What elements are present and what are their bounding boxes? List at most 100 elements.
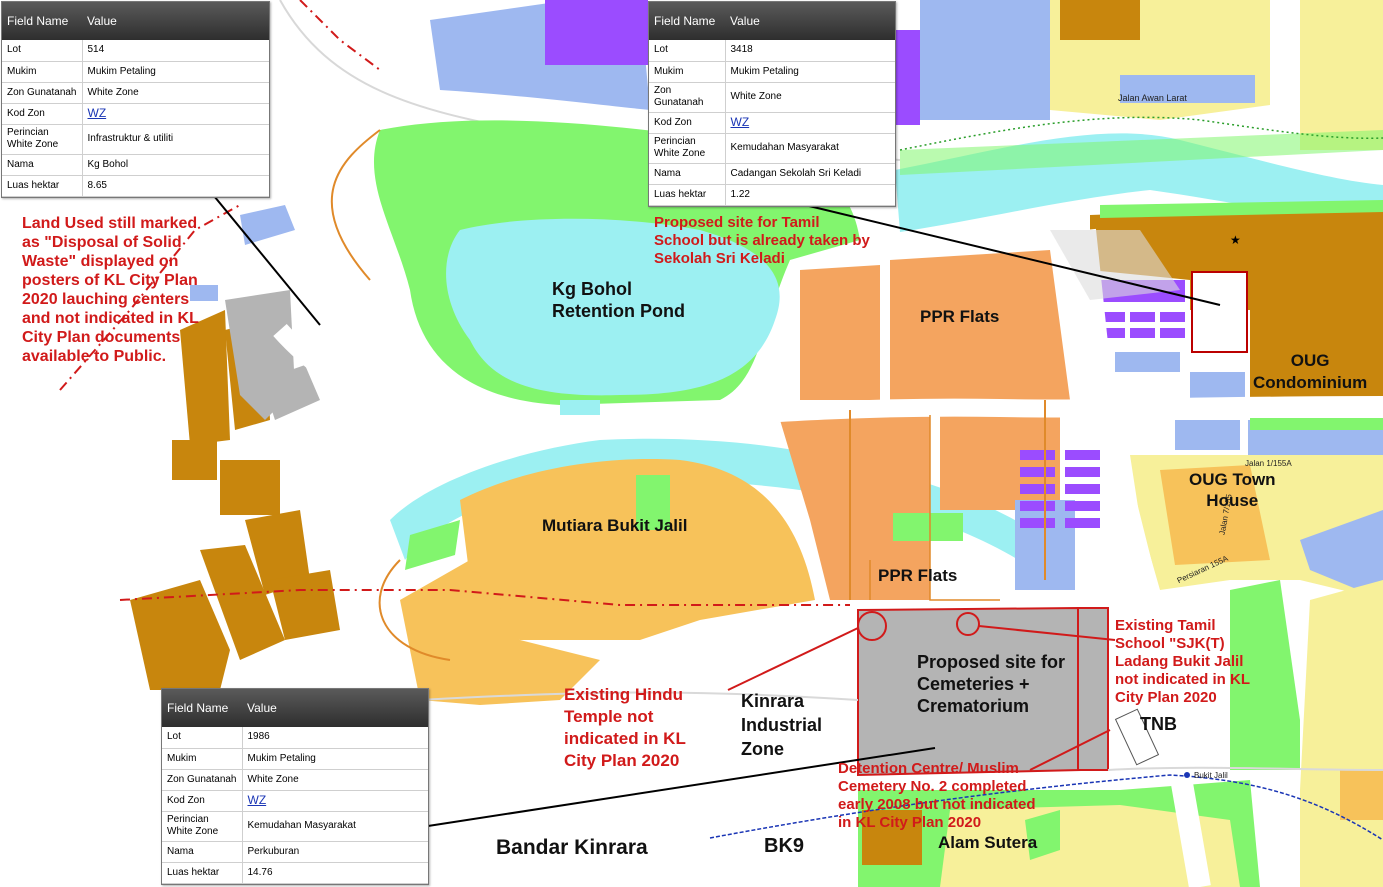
label-kg-bohol-pond: Kg Bohol Retention Pond — [552, 279, 685, 321]
green-strip-right — [1250, 418, 1383, 430]
header-field-name: Field Name — [2, 2, 82, 40]
block-purple-top — [545, 0, 648, 65]
label-bk9: BK9 — [764, 835, 805, 857]
label-mutiara-bukit-jalil: Mutiara Bukit Jalil — [542, 516, 688, 535]
info-panel-lot-1986: Field Name Value Lot 1986 Mukim Mukim Peta… — [161, 688, 429, 885]
field-value: Kemudahan Masyarakat — [725, 133, 895, 164]
header-field-name: Field Name — [162, 689, 242, 727]
table-row: Luas hektar 8.65 — [2, 175, 269, 197]
field-label: Mukim — [649, 61, 726, 83]
table-row: Mukim Mukim Petaling — [162, 748, 428, 770]
field-value: White Zone — [242, 769, 428, 791]
brown-right-bottom — [1340, 770, 1383, 820]
zone-code-link[interactable]: WZ — [88, 106, 107, 120]
header-row: Field Name Value — [162, 689, 428, 727]
header-value: Value — [82, 2, 269, 40]
field-value: 1986 — [242, 727, 428, 749]
table-row: Kod Zon WZ — [649, 112, 895, 134]
header-value: Value — [725, 2, 895, 40]
field-value: White Zone — [725, 82, 895, 113]
field-label: Luas hektar — [649, 184, 726, 206]
table-row: Nama Cadangan Sekolah Sri Keladi — [649, 163, 895, 185]
header-row: Field Name Value — [2, 2, 269, 40]
field-value: 8.65 — [82, 175, 269, 197]
info-panel-lot-514: Field Name Value Lot 514 Mukim Mukim Petal… — [1, 1, 270, 198]
field-label: Nama — [2, 154, 83, 176]
table-row: Nama Perkuburan — [162, 841, 428, 863]
table-row: Lot 1986 — [162, 727, 428, 749]
table-row: Kod Zon WZ — [2, 103, 269, 125]
street-jalan-1-155a: Jalan 1/155A — [1245, 459, 1292, 468]
ppr-green-patch — [893, 513, 963, 541]
field-label: Mukim — [2, 61, 83, 83]
annotation-tamil-existing: Existing Tamil School "SJK(T) Ladang Buk… — [1115, 617, 1250, 706]
field-value: Kg Bohol — [82, 154, 269, 176]
table-row: Lot 3418 — [649, 40, 895, 62]
ppr-flats-top-area — [800, 250, 1070, 405]
block-brown-top — [1060, 0, 1140, 40]
field-label: Nama — [162, 841, 243, 863]
field-label: Kod Zon — [649, 112, 726, 134]
block-yellow-far-right — [1300, 0, 1383, 150]
label-oug-town-house: OUG Town House — [1189, 470, 1276, 510]
table-row: Luas hektar 14.76 — [162, 862, 428, 884]
field-value: 14.76 — [242, 862, 428, 884]
table-row: Perincian White Zone Kemudahan Masyarakat — [649, 133, 895, 164]
field-value: Mukim Petaling — [82, 61, 269, 83]
label-ppr-flats-bottom: PPR Flats — [878, 566, 958, 585]
table-row: Lot 514 — [2, 40, 269, 62]
field-label: Perincian White Zone — [162, 811, 243, 842]
ppr-grey-lot — [940, 415, 1060, 510]
field-value: Perkuburan — [242, 841, 428, 863]
street-bukit-jalil: Bukit Jalil — [1194, 771, 1228, 780]
oug-white-plot — [1191, 271, 1248, 353]
field-value: 514 — [82, 40, 269, 62]
field-label: Perincian White Zone — [649, 133, 726, 164]
field-label: Luas hektar — [162, 862, 243, 884]
yellow-right-bottom — [1300, 580, 1383, 887]
label-proposed-cemeteries: Proposed site for Cemeteries + Crematori… — [917, 652, 1066, 716]
block-blue-top-right — [920, 0, 1050, 120]
field-value: Kemudahan Masyarakat — [242, 811, 428, 842]
info-table: Field Name Value Lot 514 Mukim Mukim Petal… — [2, 2, 269, 197]
table-row: Zon Gunatanah White Zone — [649, 82, 895, 113]
label-alam-sutera: Alam Sutera — [938, 833, 1038, 852]
table-row: Kod Zon WZ — [162, 790, 428, 812]
field-value: White Zone — [82, 82, 269, 104]
annotation-hindu-temple: Existing Hindu Temple not indicated in K… — [564, 685, 686, 770]
zone-code-link[interactable]: WZ — [731, 115, 750, 129]
field-value: Cadangan Sekolah Sri Keladi — [725, 163, 895, 185]
field-value: 3418 — [725, 40, 895, 62]
table-row: Perincian White Zone Kemudahan Masyarakat — [162, 811, 428, 842]
field-label: Luas hektar — [2, 175, 83, 197]
street-jalan-awan-larat: Jalan Awan Larat — [1118, 93, 1187, 103]
field-value: Mukim Petaling — [242, 748, 428, 770]
annotation-solid-waste: Land Used still marked as "Disposal of S… — [22, 215, 199, 365]
field-label: Zon Gunatanah — [649, 82, 726, 113]
label-tnb: TNB — [1140, 714, 1177, 734]
table-row: Mukim Mukim Petaling — [649, 61, 895, 83]
table-row: Mukim Mukim Petaling — [2, 61, 269, 83]
star-icon: ★ — [1230, 233, 1241, 247]
info-table: Field Name Value Lot 1986 Mukim Mukim Peta… — [162, 689, 428, 884]
table-row: Zon Gunatanah White Zone — [2, 82, 269, 104]
block-purple-top-right — [895, 30, 920, 125]
field-label: Kod Zon — [162, 790, 243, 812]
field-value: Mukim Petaling — [725, 61, 895, 83]
annotation-tamil-proposed: Proposed site for Tamil School but is al… — [654, 214, 870, 267]
info-table: Field Name Value Lot 3418 Mukim Mukim Peta… — [649, 2, 895, 206]
header-value: Value — [242, 689, 428, 727]
field-value: Infrastruktur & utiliti — [82, 124, 269, 155]
table-row: Perincian White Zone Infrastruktur & util… — [2, 124, 269, 155]
field-label: Perincian White Zone — [2, 124, 83, 155]
field-label: Lot — [649, 40, 726, 62]
field-label: Kod Zon — [2, 103, 83, 125]
field-label: Zon Gunatanah — [162, 769, 243, 791]
field-label: Mukim — [162, 748, 243, 770]
field-label: Zon Gunatanah — [2, 82, 83, 104]
annotation-detention-centre: Detention Centre/ Muslim Cemetery No. 2 … — [838, 760, 1036, 831]
zone-code-link[interactable]: WZ — [248, 793, 267, 807]
info-panel-lot-3418: Field Name Value Lot 3418 Mukim Mukim Peta… — [648, 1, 896, 207]
header-row: Field Name Value — [649, 2, 895, 40]
header-field-name: Field Name — [649, 2, 725, 40]
